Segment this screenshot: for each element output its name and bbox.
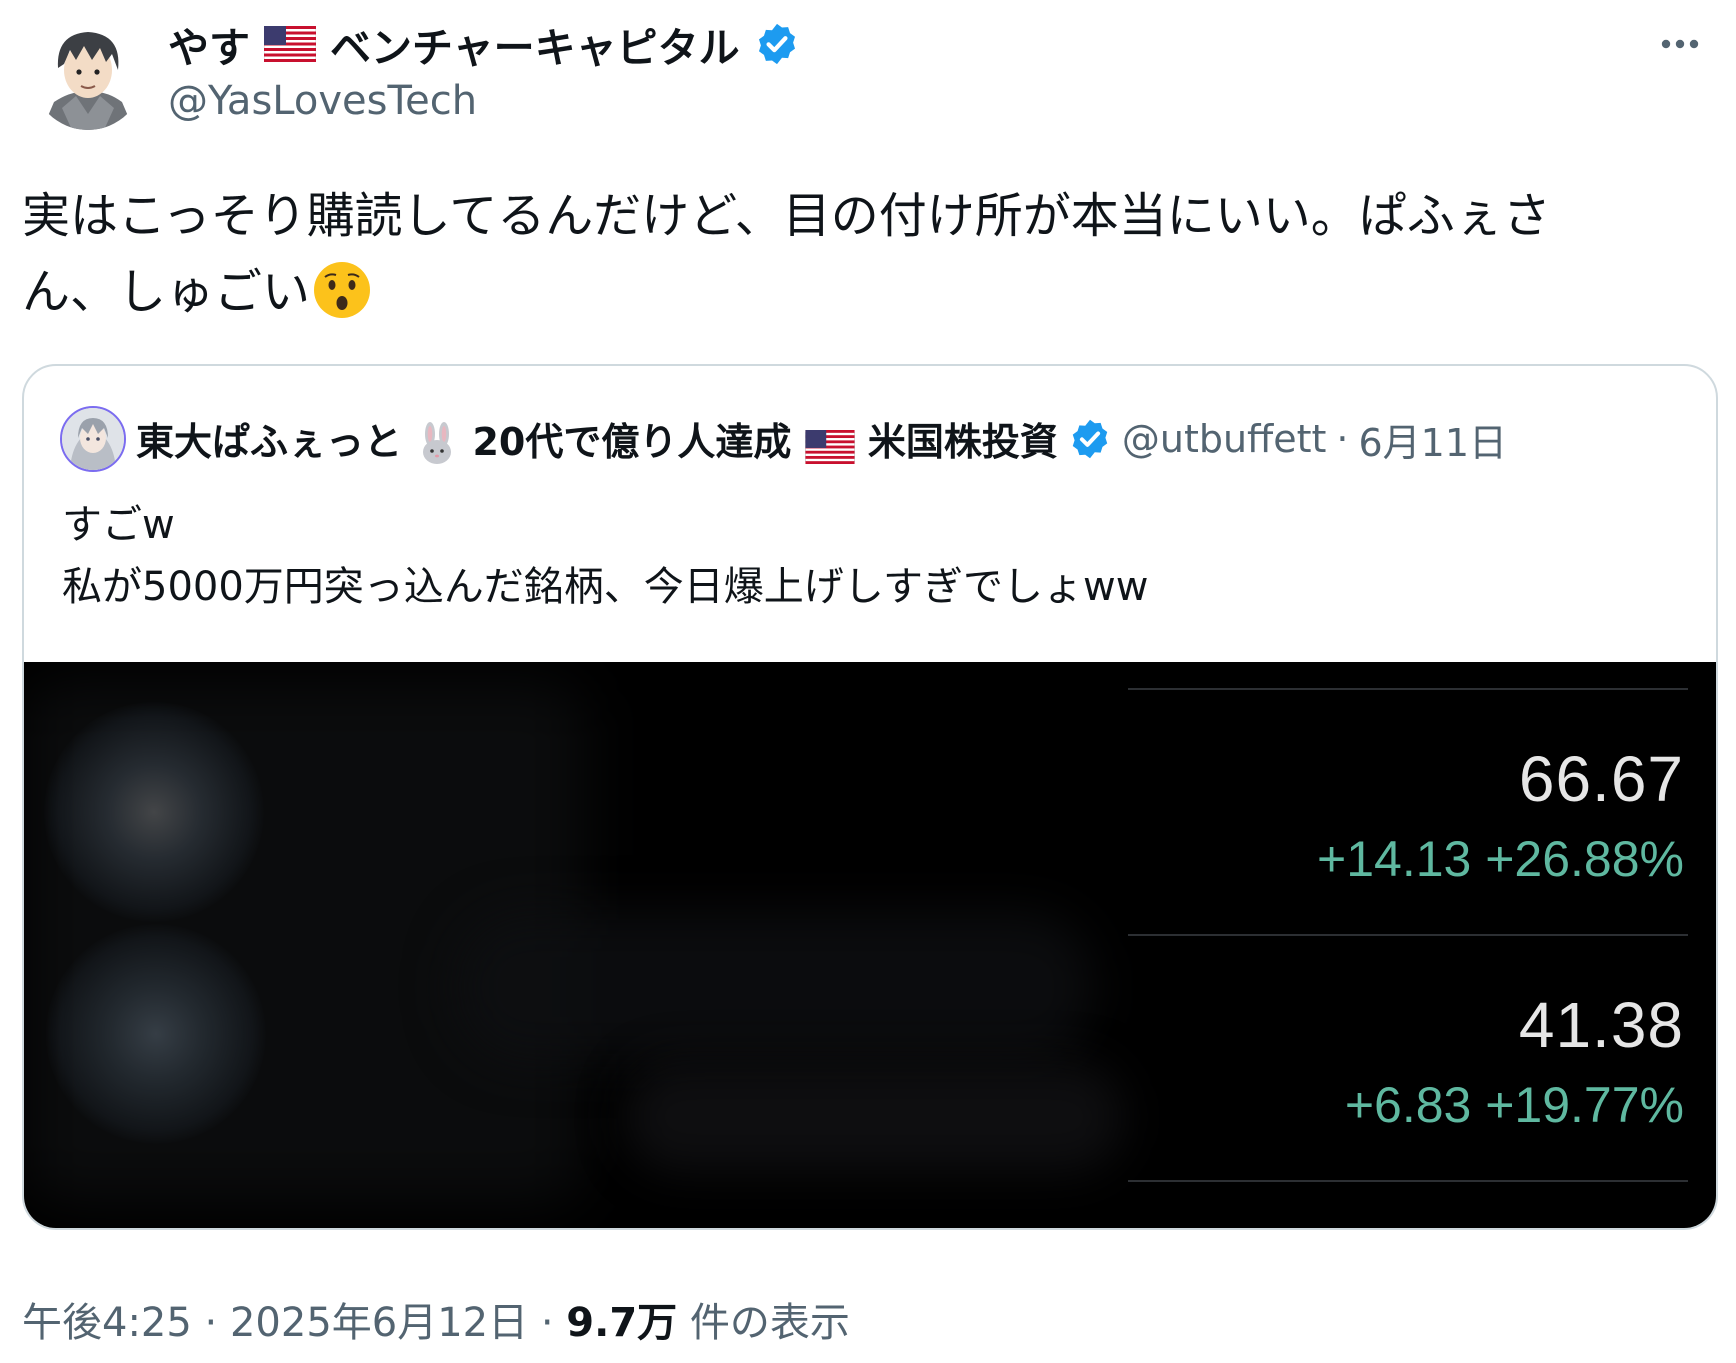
post-time[interactable]: 午後4:25 [22,1300,192,1346]
stock-row-1: 66.67 +14.13 +26.88% [1124,742,1684,888]
stock-row-2: 41.38 +6.83 +19.77% [1124,988,1684,1134]
stock-divider-top [1128,688,1688,690]
quoted-author-avatar[interactable] [60,406,126,472]
tweet-text-line2: ん、しゅごい [22,264,311,320]
author-name-part1: やす [168,24,250,72]
views-label: 件の表示 [689,1300,850,1346]
tweet-container: やす ベンチャーキャピタル @YasLovesTech 実はこっそり購読してるん… [0,0,1736,1363]
blurred-logo-2 [46,924,266,1144]
author-handle[interactable]: @YasLovesTech [168,78,477,124]
stock-1-price: 66.67 [1518,743,1684,815]
author-name-part2: ベンチャーキャピタル [330,24,740,72]
quoted-tweet-header: 東大ぱふぇっと 20代で億り人達成 米国株投資 @utbuffett · 6月1… [60,404,1507,474]
us-flag-icon [263,25,317,63]
stock-1-change: +14.13 +26.88% [1317,831,1684,887]
views-count[interactable]: 9.7万 [566,1300,677,1346]
quoted-author-name-part3: 米国株投資 [867,420,1058,464]
blurred-text-region-3 [624,1062,1124,1172]
quoted-text-line1: すごw [62,502,175,548]
stock-2-price: 41.38 [1518,989,1684,1061]
hushed-face-emoji-icon [312,260,372,320]
verified-badge-icon[interactable] [1068,417,1112,461]
quoted-author-name-part1: 東大ぱふぇっと [136,420,403,464]
tweet-text-line2-wrap: ん、しゅごい [22,254,1702,330]
author-avatar[interactable] [32,18,144,130]
blurred-text-region [24,682,584,1202]
us-flag-icon [804,423,855,467]
tweet-text-line1: 実はこっそり購読してるんだけど、目の付け所が本当にいい。ぱふぇさ [22,188,1551,244]
verified-badge-icon[interactable] [754,21,800,67]
footer-separator-2: · [540,1300,554,1346]
footer-separator-1: · [204,1300,218,1346]
stock-divider-bottom [1128,1180,1688,1182]
post-date[interactable]: 2025年6月12日 [230,1300,528,1346]
quoted-author-name-part2: 20代で億り人達成 [472,420,792,464]
tweet-footer-meta: 午後4:25 · 2025年6月12日 · 9.7万 件の表示 [22,1290,850,1348]
quoted-date[interactable]: 6月11日 [1359,412,1508,467]
stock-divider-middle [1128,934,1688,936]
quoted-separator: · [1336,417,1349,461]
quoted-tweet-text: すごw 私が5000万円突っ込んだ銘柄、今日爆上げしすぎでしょww [62,494,1148,618]
rabbit-icon [415,422,459,467]
quoted-author-handle[interactable]: @utbuffett [1122,417,1327,461]
tweet-text: 実はこっそり購読してるんだけど、目の付け所が本当にいい。ぱふぇさ ん、しゅごい [22,178,1702,330]
blurred-text-region-2 [454,912,1094,1062]
quoted-author-name[interactable]: 東大ぱふぇっと 20代で億り人達成 米国株投資 [136,411,1058,467]
quoted-text-line2: 私が5000万円突っ込んだ銘柄、今日爆上げしすぎでしょww [62,564,1149,610]
more-options-icon[interactable] [1654,22,1706,66]
quoted-media-image[interactable]: 66.67 +14.13 +26.88% 41.38 +6.83 +19.77% [24,662,1716,1228]
blurred-logo-1 [44,702,264,922]
author-name-row[interactable]: やす ベンチャーキャピタル [168,14,800,74]
stock-2-change: +6.83 +19.77% [1344,1077,1684,1133]
quoted-tweet-card[interactable]: 東大ぱふぇっと 20代で億り人達成 米国株投資 @utbuffett · 6月1… [22,364,1718,1230]
